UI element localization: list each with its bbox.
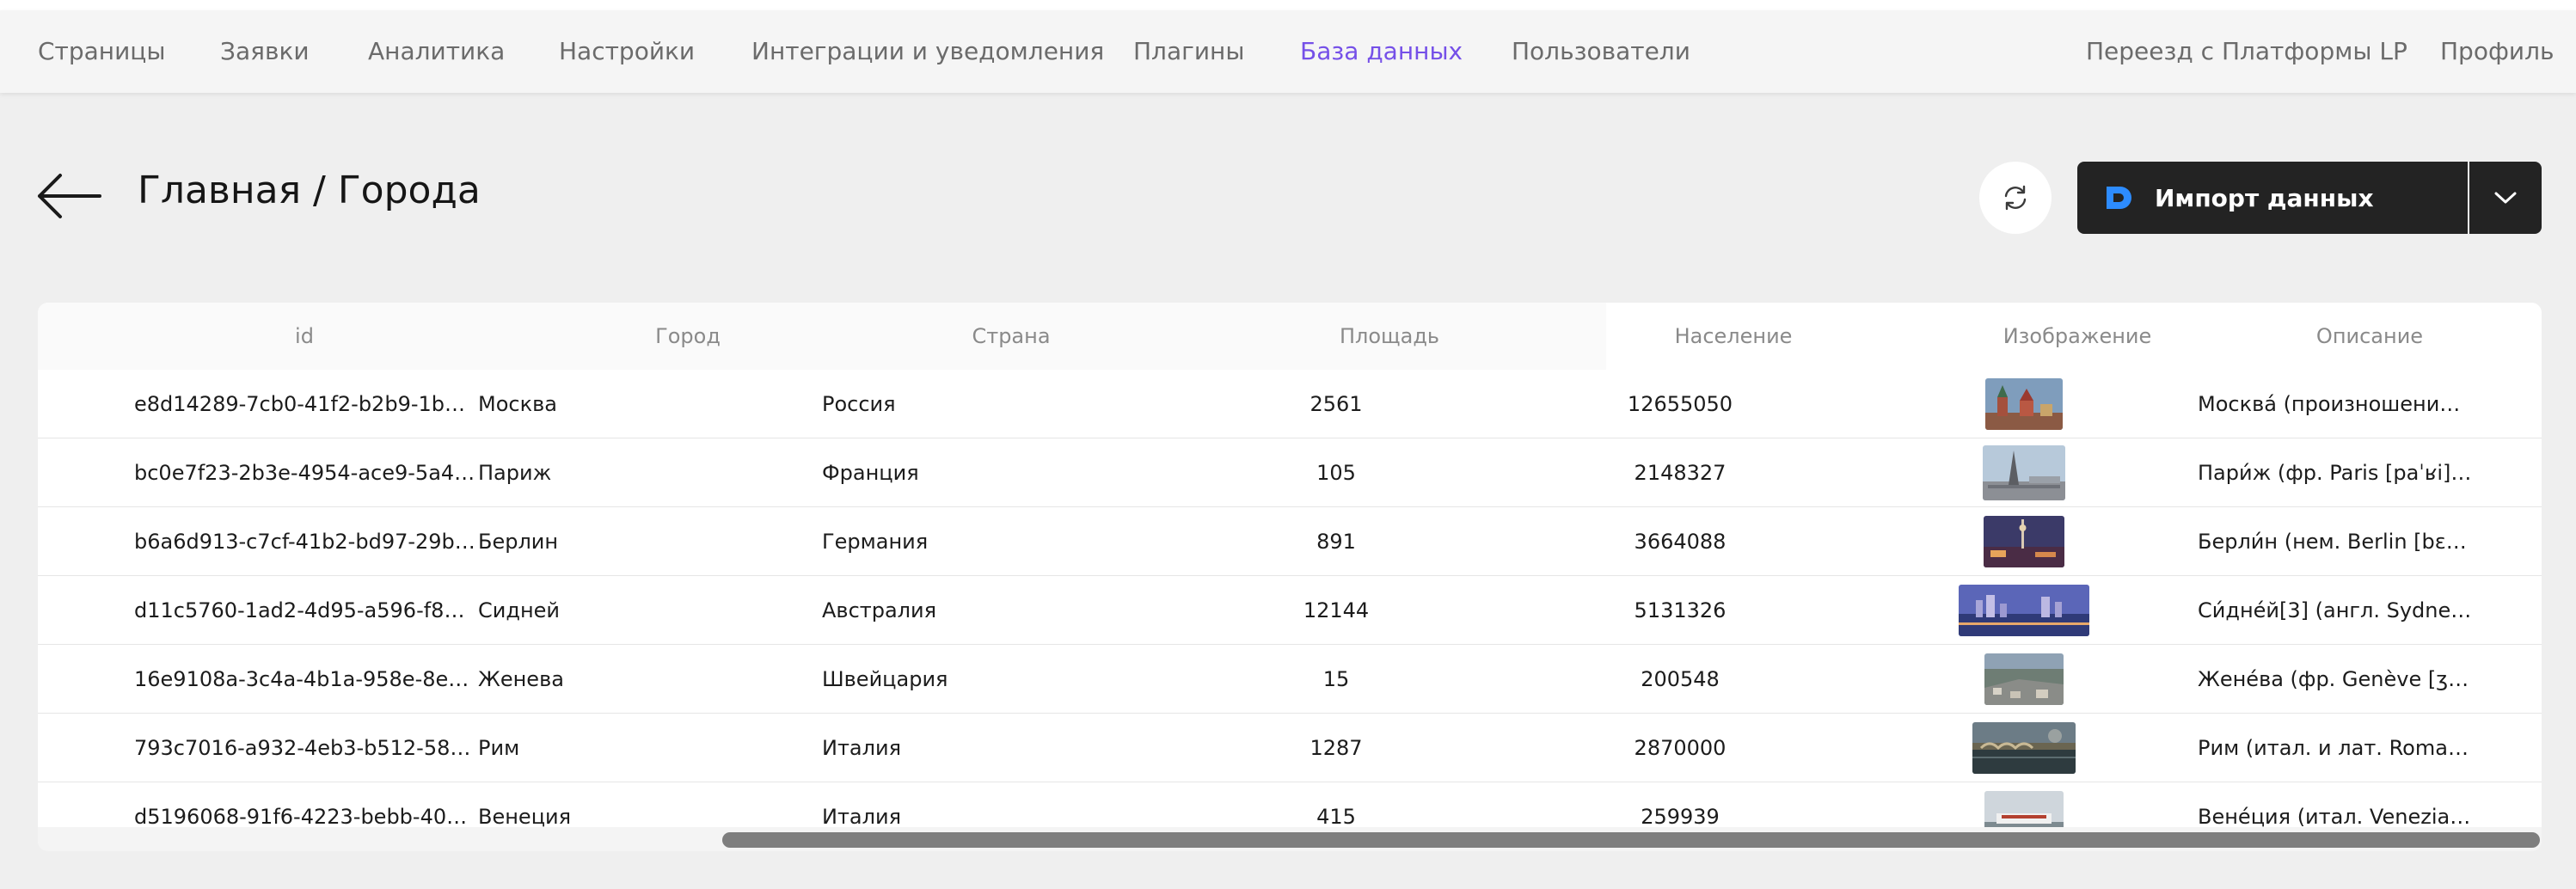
nav-item-pages[interactable]: Страницы	[38, 10, 165, 93]
cell-id: 793c7016-a932-4eb3-b512-584a…	[134, 736, 476, 760]
cell-city: Рим	[478, 736, 520, 760]
cell-population: 2870000	[1634, 736, 1727, 760]
cell-description: Рим (итал. и лат. Roma [ˈro…	[2198, 736, 2473, 760]
scrollbar-thumb[interactable]	[722, 832, 2540, 848]
berlin-night-image	[1984, 516, 2064, 567]
table-row[interactable]: d11c5760-1ad2-4d95-a596-f87b7… Сидней Ав…	[38, 576, 2542, 645]
import-logo-icon	[2107, 187, 2131, 209]
cell-image[interactable]	[1905, 370, 2143, 438]
cell-population: 2148327	[1634, 461, 1727, 485]
moscow-kremlin-image	[1985, 378, 2063, 430]
nav-item-integrations[interactable]: Интеграции и уведомления	[751, 10, 1104, 93]
table-header: id Город Страна Площадь Население Изобра…	[38, 303, 2542, 370]
import-data-label: Импорт данных	[2155, 183, 2374, 212]
column-header-country[interactable]: Страна	[805, 303, 1217, 370]
cell-image[interactable]	[1905, 714, 2143, 782]
cell-description: Москва́ (произношение (и…	[2198, 392, 2473, 416]
column-header-population[interactable]: Население	[1561, 303, 1905, 370]
import-data-button[interactable]: Импорт данных	[2077, 162, 2468, 234]
table-row[interactable]: bc0e7f23-2b3e-4954-ace9-5a40… Париж Фран…	[38, 438, 2542, 507]
refresh-button[interactable]	[1979, 162, 2052, 234]
cell-image[interactable]	[1905, 438, 2143, 507]
cell-id: d11c5760-1ad2-4d95-a596-f87b7…	[134, 598, 476, 622]
column-header-city[interactable]: Город	[571, 303, 805, 370]
table-row[interactable]: b6a6d913-c7cf-41b2-bd97-29ba3… Берлин Ге…	[38, 507, 2542, 576]
cell-area: 1287	[1309, 736, 1363, 760]
column-header-description[interactable]: Описание	[2215, 303, 2524, 370]
cell-id: b6a6d913-c7cf-41b2-bd97-29ba3…	[134, 530, 476, 554]
cell-country: Франция	[822, 461, 919, 485]
cell-description: Берли́н (нем. Berlin [bɛɐ̯ˈliː…	[2198, 530, 2473, 554]
table-row[interactable]: e8d14289-7cb0-41f2-b2b9-1b15f… Москва Ро…	[38, 370, 2542, 438]
nav-item-database[interactable]: База данных	[1300, 10, 1463, 93]
sydney-panorama-image	[1959, 585, 2089, 636]
column-header-id[interactable]: id	[38, 303, 571, 370]
cell-country: Швейцария	[822, 667, 948, 691]
table-row[interactable]: 16e9108a-3c4a-4b1a-958e-8e70… Женева Шве…	[38, 645, 2542, 714]
cell-area: 2561	[1309, 392, 1363, 416]
top-navigation: Страницы Заявки Аналитика Настройки Инте…	[0, 10, 2576, 93]
cell-country: Италия	[822, 736, 902, 760]
nav-item-settings[interactable]: Настройки	[559, 10, 695, 93]
rome-river-image	[1972, 722, 2076, 774]
cell-area: 105	[1316, 461, 1356, 485]
cell-city: Берлин	[478, 530, 559, 554]
chevron-down-icon	[2494, 192, 2517, 204]
cell-city: Женева	[478, 667, 564, 691]
cell-country: Австралия	[822, 598, 937, 622]
cell-area: 15	[1322, 667, 1350, 691]
cell-city: Москва	[478, 392, 557, 416]
horizontal-scrollbar[interactable]	[38, 827, 2542, 851]
column-header-area[interactable]: Площадь	[1217, 303, 1561, 370]
cell-city: Сидней	[478, 598, 561, 622]
nav-item-analytics[interactable]: Аналитика	[368, 10, 505, 93]
paris-eiffel-image	[1983, 445, 2065, 500]
back-button[interactable]	[36, 172, 101, 220]
refresh-icon	[2004, 185, 2027, 211]
nav-item-plugins[interactable]: Плагины	[1133, 10, 1244, 93]
arrow-left-icon	[38, 174, 101, 218]
data-table: id Город Страна Площадь Население Изобра…	[38, 303, 2542, 851]
cell-id: e8d14289-7cb0-41f2-b2b9-1b15f…	[134, 392, 476, 416]
cell-image[interactable]	[1905, 576, 2143, 645]
import-options-toggle[interactable]	[2469, 162, 2542, 234]
cell-country: Германия	[822, 530, 929, 554]
cell-area: 12144	[1303, 598, 1370, 622]
cell-country: Россия	[822, 392, 896, 416]
column-header-image[interactable]: Изображение	[1905, 303, 2249, 370]
page-title: Главная / Города	[138, 169, 481, 212]
cell-description: Пари́ж (фр. Paris [paˈʁi] Ин…	[2198, 461, 2473, 485]
cell-description: Си́дне́й[3] (англ. Sydney, п…	[2198, 598, 2473, 622]
cell-population: 3664088	[1634, 530, 1727, 554]
cell-image[interactable]	[1905, 507, 2143, 576]
cell-population: 200548	[1641, 667, 1720, 691]
cell-id: 16e9108a-3c4a-4b1a-958e-8e70…	[134, 667, 476, 691]
table-row[interactable]: 793c7016-a932-4eb3-b512-584a… Рим Италия…	[38, 714, 2542, 782]
nav-item-users[interactable]: Пользователи	[1512, 10, 1690, 93]
cell-image[interactable]	[1905, 645, 2143, 714]
cell-population: 5131326	[1634, 598, 1727, 622]
nav-item-profile[interactable]: Профиль	[2440, 10, 2555, 93]
geneva-aerial-image	[1984, 653, 2064, 705]
nav-item-migration[interactable]: Переезд с Платформы LP	[2086, 10, 2407, 93]
cell-area: 891	[1316, 530, 1356, 554]
cell-id: bc0e7f23-2b3e-4954-ace9-5a40…	[134, 461, 476, 485]
top-strip	[0, 0, 2576, 10]
nav-item-requests[interactable]: Заявки	[220, 10, 310, 93]
cell-description: Жене́ва (фр. Genève [ʒəˈnɛ…	[2198, 667, 2473, 691]
cell-population: 12655050	[1627, 392, 1733, 416]
cell-city: Париж	[478, 461, 552, 485]
